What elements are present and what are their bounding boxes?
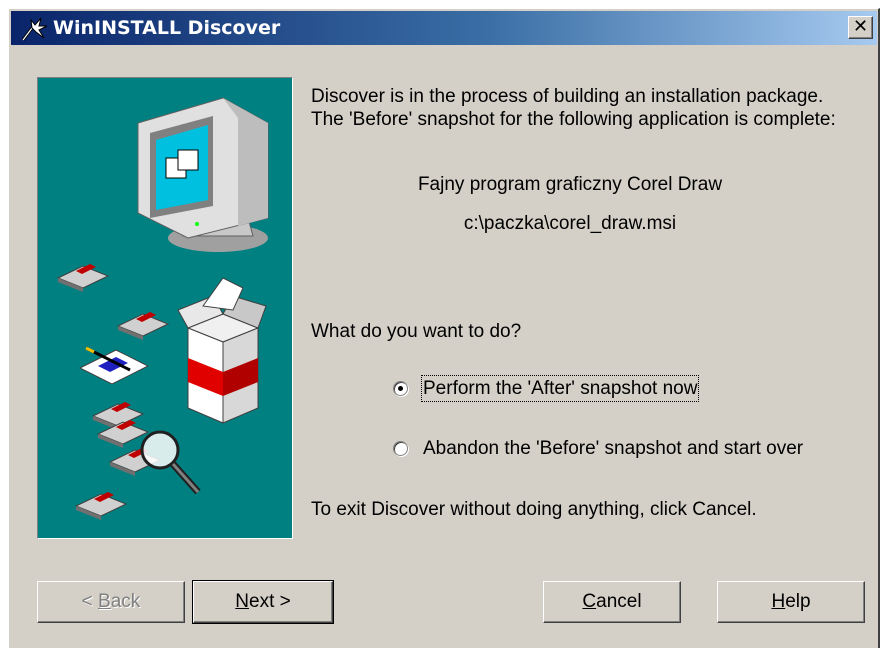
notepad-pencil-icon xyxy=(78,346,150,385)
window-title: WinINSTALL Discover xyxy=(53,17,281,39)
radio-label[interactable]: Perform the 'After' snapshot now xyxy=(420,375,700,402)
radio-button[interactable] xyxy=(393,441,408,456)
package-path: c:\paczka\corel_draw.msi xyxy=(463,213,677,234)
radio-button-selected[interactable] xyxy=(393,381,408,396)
cancel-button[interactable]: Cancel xyxy=(543,581,681,623)
wizard-illustration xyxy=(37,77,293,539)
wizard-title-icon xyxy=(21,17,48,41)
application-name: Fajny program graficzny Corel Draw xyxy=(417,174,723,195)
magnifier-icon xyxy=(140,430,201,495)
floppy-disk-icon xyxy=(56,264,110,292)
title-bar[interactable]: WinINSTALL Discover ✕ xyxy=(11,11,877,45)
radio-label[interactable]: Abandon the 'Before' snapshot and start … xyxy=(423,437,803,460)
help-button[interactable]: Help xyxy=(717,581,865,623)
floppy-disk-icon xyxy=(116,312,170,340)
floppy-disk-icon xyxy=(74,492,128,520)
package-box-illustration xyxy=(177,277,267,424)
back-button[interactable]: < Back xyxy=(37,581,185,623)
close-button[interactable]: ✕ xyxy=(848,16,873,39)
next-button[interactable]: Next > xyxy=(192,580,334,624)
exit-hint-text: To exit Discover without doing anything,… xyxy=(311,499,757,520)
wizard-dialog: WinINSTALL Discover ✕ Discover is in the… xyxy=(8,8,880,648)
close-icon: ✕ xyxy=(852,16,869,37)
intro-text: Discover is in the process of building a… xyxy=(311,86,836,130)
monitor-icon xyxy=(137,97,269,252)
question-label: What do you want to do? xyxy=(311,321,522,342)
computer-monitor-illustration xyxy=(56,97,269,520)
